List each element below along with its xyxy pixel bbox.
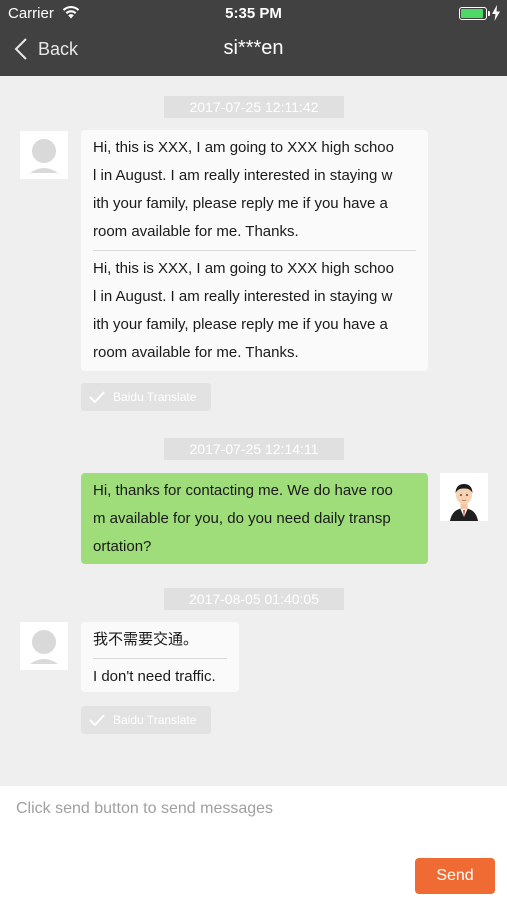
checkmark-icon [89,391,105,403]
message-timestamp: 2017-07-25 12:14:11 [164,438,344,460]
message-line: ortation? [93,538,152,555]
message-line: m available for you, do you need daily t… [93,510,391,527]
message-timestamp: 2017-07-25 12:11:42 [164,96,344,118]
battery-icon [459,7,490,20]
message-line: Hi, thanks for contacting me. We do have… [93,482,393,499]
charging-bolt-icon [492,5,500,21]
message-input[interactable] [0,786,507,856]
navigation-bar: Carrier 5:35 PM Back si***en [0,0,507,76]
default-user-icon [20,622,68,670]
send-button[interactable]: Send [415,858,495,894]
message-line: Hi, this is XXX, I am going to XXX high … [93,260,394,277]
checkmark-icon [89,714,105,726]
message-line: l in August. I am really interested in s… [93,167,393,184]
message-line: Hi, this is XXX, I am going to XXX high … [93,139,394,156]
original-text: Hi, this is XXX, I am going to XXX high … [93,134,416,246]
message-line: l in August. I am really interested in s… [93,288,393,305]
my-avatar[interactable] [440,473,488,521]
message-bubble[interactable]: 我不需要交通。 I don't need traffic. [81,622,239,692]
status-bar: Carrier 5:35 PM [0,0,507,28]
translate-label: Baidu Translate [113,713,197,727]
message-line: ith your family, please reply me if you … [93,316,388,333]
message-bubble[interactable]: Hi, this is XXX, I am going to XXX high … [81,130,428,371]
message-line: room available for me. Thanks. [93,344,299,361]
baidu-translate-button[interactable]: Baidu Translate [81,706,211,734]
translation-divider [93,658,227,659]
original-text: 我不需要交通。 [93,631,199,648]
translate-label: Baidu Translate [113,390,197,404]
clock: 5:35 PM [225,5,282,22]
translation-divider [93,250,416,251]
contact-avatar[interactable] [20,131,68,179]
message-composer: Send [0,786,507,900]
my-message-bubble[interactable]: Hi, thanks for contacting me. We do have… [81,473,428,564]
message-timestamp: 2017-08-05 01:40:05 [164,588,344,610]
message-line: room available for me. Thanks. [93,223,299,240]
conversation-title: si***en [223,37,284,59]
user-portrait-icon [440,473,488,521]
translated-text: I don't need traffic. [93,668,216,685]
contact-avatar[interactable] [20,622,68,670]
baidu-translate-button[interactable]: Baidu Translate [81,383,211,411]
chat-area[interactable]: 2017-07-25 12:11:42 Hi, this is XXX, I a… [0,76,507,786]
default-user-icon [20,131,68,179]
translated-text: Hi, this is XXX, I am going to XXX high … [93,255,416,367]
message-line: ith your family, please reply me if you … [93,195,388,212]
